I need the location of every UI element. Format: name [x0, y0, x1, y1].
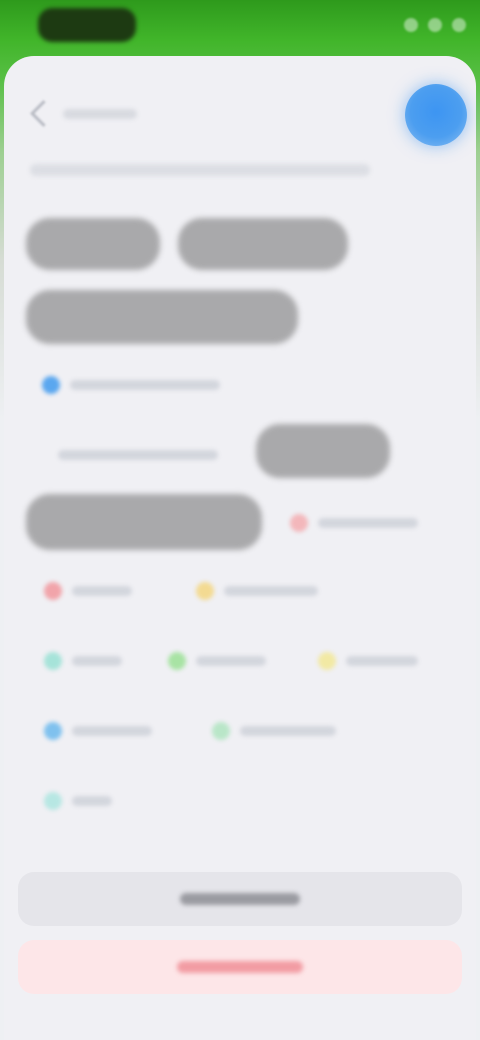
status-bar — [0, 0, 480, 48]
tag-chip[interactable] — [196, 582, 318, 600]
tag-label — [72, 586, 132, 596]
tag-label — [72, 726, 152, 736]
tag-label — [72, 656, 122, 666]
back-label — [63, 108, 137, 119]
selection-pill[interactable] — [178, 218, 348, 270]
battery-icon — [452, 18, 466, 32]
tag-chip[interactable] — [44, 582, 132, 600]
signal-icon — [404, 18, 418, 32]
tag-chip[interactable] — [42, 376, 220, 394]
tag-chip[interactable] — [290, 514, 418, 532]
tag-color-icon — [44, 722, 62, 740]
tag-label — [346, 656, 418, 666]
tag-label — [224, 586, 318, 596]
back-button[interactable] — [30, 100, 137, 127]
tag-color-icon — [42, 376, 60, 394]
selection-pill[interactable] — [26, 494, 262, 550]
tag-color-icon — [44, 652, 62, 670]
selection-pill[interactable] — [256, 424, 390, 478]
tag-color-icon — [212, 722, 230, 740]
tag-color-icon — [290, 514, 308, 532]
destructive-action-label — [177, 961, 303, 973]
wifi-icon — [428, 18, 442, 32]
tag-label — [318, 518, 418, 528]
tag-chip[interactable] — [168, 652, 266, 670]
inline-text-row — [58, 450, 218, 460]
page-subtitle — [30, 164, 370, 176]
tag-color-icon — [318, 652, 336, 670]
tag-label — [72, 796, 112, 806]
tag-color-icon — [44, 792, 62, 810]
tag-chip[interactable] — [44, 792, 112, 810]
tag-chip[interactable] — [44, 722, 152, 740]
tag-label — [70, 380, 220, 390]
tag-label — [196, 656, 266, 666]
selection-pill[interactable] — [26, 218, 160, 270]
tag-chip[interactable] — [44, 652, 122, 670]
profile-icon[interactable] — [405, 84, 467, 146]
tag-chip[interactable] — [318, 652, 418, 670]
primary-action-label — [180, 893, 300, 905]
primary-action-button[interactable] — [18, 872, 462, 926]
tag-color-icon — [44, 582, 62, 600]
chevron-left-icon — [30, 100, 57, 127]
inline-text — [58, 450, 218, 460]
destructive-action-button[interactable] — [18, 940, 462, 994]
status-time — [38, 8, 136, 42]
tag-chip[interactable] — [212, 722, 336, 740]
status-icons — [404, 10, 466, 40]
selection-pill[interactable] — [26, 290, 298, 344]
tag-color-icon — [196, 582, 214, 600]
tag-color-icon — [168, 652, 186, 670]
tag-label — [240, 726, 336, 736]
